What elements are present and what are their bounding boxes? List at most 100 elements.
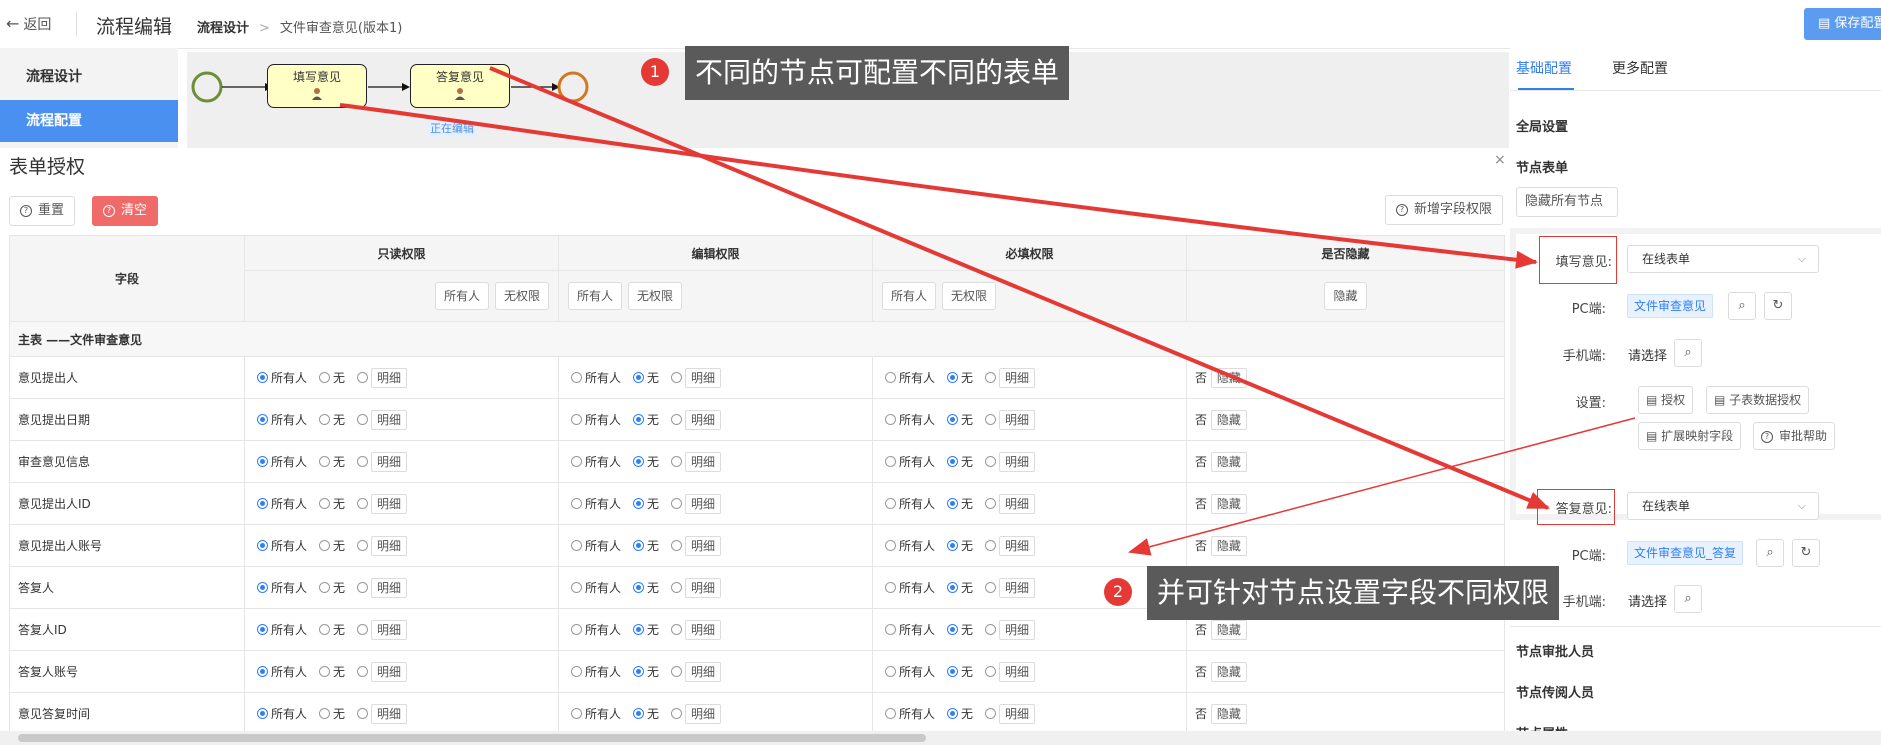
- back-button[interactable]: ← 返回: [6, 14, 51, 34]
- radio-detail[interactable]: [985, 455, 997, 467]
- radio-none[interactable]: [633, 623, 645, 635]
- detail-button[interactable]: 明细: [371, 703, 408, 724]
- radio-detail[interactable]: [985, 497, 997, 509]
- detail-button[interactable]: 明细: [371, 409, 408, 430]
- radio-detail[interactable]: [985, 623, 997, 635]
- radio-all[interactable]: [571, 371, 582, 383]
- detail-button[interactable]: 明细: [371, 535, 408, 556]
- node2-pc-form-tag[interactable]: 文件审查意见_答复: [1627, 541, 1744, 565]
- radio-none[interactable]: [633, 371, 645, 383]
- detail-button[interactable]: 明细: [999, 367, 1036, 388]
- radio-detail[interactable]: [985, 413, 997, 425]
- radio-none[interactable]: [947, 413, 959, 425]
- radio-none[interactable]: [947, 623, 959, 635]
- detail-button[interactable]: 明细: [999, 409, 1036, 430]
- radio-none[interactable]: [319, 455, 331, 467]
- node2-form-type-select[interactable]: 在线表单 ⌵: [1627, 492, 1819, 520]
- hide-button[interactable]: 隐藏: [1210, 703, 1247, 724]
- detail-button[interactable]: 明细: [999, 577, 1036, 598]
- radio-all[interactable]: [571, 623, 582, 635]
- hidden-hide-button[interactable]: 隐藏: [1324, 282, 1367, 310]
- radio-all[interactable]: [571, 497, 582, 509]
- radio-detail[interactable]: [357, 581, 369, 593]
- detail-button[interactable]: 明细: [685, 409, 722, 430]
- radio-detail[interactable]: [671, 581, 683, 593]
- hide-button[interactable]: 隐藏: [1210, 367, 1247, 388]
- radio-all[interactable]: [885, 707, 896, 719]
- radio-detail[interactable]: [671, 539, 683, 551]
- node1-pc-form-tag[interactable]: 文件审查意见: [1627, 294, 1714, 318]
- close-icon[interactable]: ×: [1494, 152, 1506, 168]
- detail-button[interactable]: 明细: [371, 619, 408, 640]
- authorize-button[interactable]: ▤ 授权: [1638, 386, 1694, 414]
- radio-detail[interactable]: [671, 707, 683, 719]
- radio-none[interactable]: [947, 581, 959, 593]
- radio-detail[interactable]: [671, 413, 683, 425]
- radio-all[interactable]: [257, 371, 268, 383]
- detail-button[interactable]: 明细: [999, 493, 1036, 514]
- breadcrumb-item[interactable]: 流程设计: [197, 21, 249, 36]
- radio-none[interactable]: [633, 497, 645, 509]
- radio-all[interactable]: [885, 497, 896, 509]
- radio-all[interactable]: [571, 581, 582, 593]
- radio-all[interactable]: [571, 413, 582, 425]
- detail-button[interactable]: 明细: [685, 367, 722, 388]
- radio-all[interactable]: [257, 665, 268, 677]
- reset-button[interactable]: ? 重置: [9, 196, 76, 226]
- approval-help-button[interactable]: ? 审批帮助: [1753, 422, 1836, 450]
- radio-detail[interactable]: [357, 665, 369, 677]
- detail-button[interactable]: 明细: [999, 535, 1036, 556]
- radio-detail[interactable]: [357, 539, 369, 551]
- tab-more-config[interactable]: 更多配置: [1612, 58, 1668, 78]
- node1-form-type-select[interactable]: 在线表单 ⌵: [1627, 245, 1819, 273]
- detail-button[interactable]: 明细: [999, 619, 1036, 640]
- hide-button[interactable]: 隐藏: [1210, 493, 1247, 514]
- detail-button[interactable]: 明细: [371, 367, 408, 388]
- radio-none[interactable]: [633, 539, 645, 551]
- radio-detail[interactable]: [985, 707, 997, 719]
- radio-none[interactable]: [633, 707, 645, 719]
- search-icon[interactable]: ⌕: [1728, 292, 1756, 320]
- tab-basic-config[interactable]: 基础配置: [1516, 58, 1572, 78]
- search-icon[interactable]: ⌕: [1674, 339, 1702, 367]
- detail-button[interactable]: 明细: [685, 577, 722, 598]
- radio-none[interactable]: [633, 413, 645, 425]
- radio-none[interactable]: [633, 455, 645, 467]
- hide-button[interactable]: 隐藏: [1210, 619, 1247, 640]
- radio-detail[interactable]: [985, 581, 997, 593]
- radio-none[interactable]: [319, 539, 331, 551]
- scrollbar-thumb[interactable]: [18, 734, 926, 742]
- radio-detail[interactable]: [671, 497, 683, 509]
- detail-button[interactable]: 明细: [685, 451, 722, 472]
- radio-detail[interactable]: [357, 413, 369, 425]
- edit-none-button[interactable]: 无权限: [628, 282, 683, 310]
- radio-all[interactable]: [885, 665, 896, 677]
- radio-none[interactable]: [319, 371, 331, 383]
- detail-button[interactable]: 明细: [371, 577, 408, 598]
- hide-button[interactable]: 隐藏: [1210, 409, 1247, 430]
- radio-all[interactable]: [571, 539, 582, 551]
- radio-detail[interactable]: [985, 539, 997, 551]
- hide-button[interactable]: 隐藏: [1210, 535, 1247, 556]
- detail-button[interactable]: 明细: [371, 451, 408, 472]
- radio-none[interactable]: [947, 665, 959, 677]
- radio-none[interactable]: [947, 371, 959, 383]
- radio-all[interactable]: [885, 413, 896, 425]
- radio-none[interactable]: [947, 497, 959, 509]
- refresh-icon[interactable]: ↻: [1792, 539, 1820, 567]
- radio-all[interactable]: [885, 455, 896, 467]
- nav-item-flow-config[interactable]: 流程配置: [0, 100, 178, 142]
- radio-all[interactable]: [885, 581, 896, 593]
- radio-none[interactable]: [633, 665, 645, 677]
- detail-button[interactable]: 明细: [685, 493, 722, 514]
- radio-detail[interactable]: [985, 371, 997, 383]
- detail-button[interactable]: 明细: [999, 703, 1036, 724]
- radio-all[interactable]: [885, 539, 896, 551]
- radio-none[interactable]: [319, 413, 331, 425]
- radio-detail[interactable]: [985, 665, 997, 677]
- radio-detail[interactable]: [671, 665, 683, 677]
- radio-all[interactable]: [257, 581, 268, 593]
- radio-all[interactable]: [571, 665, 582, 677]
- radio-none[interactable]: [319, 497, 331, 509]
- hide-button[interactable]: 隐藏: [1210, 451, 1247, 472]
